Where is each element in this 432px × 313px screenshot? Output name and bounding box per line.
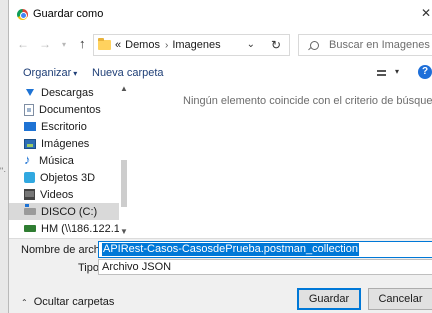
- cancel-button[interactable]: Cancelar: [368, 288, 432, 310]
- sidebar-item-videos[interactable]: Videos: [9, 186, 119, 203]
- save-form: Nombre de archivo: APIRest-Casos-Casosde…: [9, 238, 432, 313]
- breadcrumb-overflow[interactable]: «: [115, 39, 121, 51]
- view-caret-icon[interactable]: ▾: [395, 67, 399, 76]
- title-bar: Guardar como ✕: [9, 0, 432, 28]
- filename-field[interactable]: APIRest-Casos-CasosdePrueba.postman_coll…: [98, 241, 432, 258]
- sidebar-item-label: Descargas: [41, 86, 94, 99]
- sidebar-item-documents[interactable]: Documentos: [9, 101, 119, 118]
- chrome-icon: [17, 9, 28, 20]
- chevron-down-icon[interactable]: ⌄: [247, 39, 255, 50]
- breadcrumb-demos[interactable]: Demos: [125, 39, 160, 51]
- navigation-pane: Descargas Documentos Escritorio Imágenes…: [9, 84, 127, 237]
- sidebar-item-label: Escritorio: [41, 120, 87, 133]
- search-box[interactable]: Buscar en Imagenes: [298, 34, 432, 56]
- objects-3d-icon: [24, 172, 35, 183]
- scrollbar-thumb[interactable]: [121, 160, 127, 207]
- back-arrow-icon[interactable]: ←: [17, 37, 29, 51]
- sidebar-item-label: Música: [39, 154, 74, 167]
- sidebar-item-downloads[interactable]: Descargas: [9, 84, 119, 101]
- hide-folders-label: Ocultar carpetas: [33, 296, 115, 308]
- sidebar-item-network-drive[interactable]: HM (\\186.122.1·: [9, 220, 124, 237]
- window-title: Guardar como: [33, 8, 104, 20]
- breadcrumb-imagenes[interactable]: Imagenes: [172, 39, 220, 51]
- sidebar-item-label: Videos: [40, 188, 74, 201]
- folder-icon: [98, 38, 111, 50]
- save-as-dialog: Guardar como ✕ ← → ▾ ↑ « Demos › Imagene…: [8, 0, 432, 313]
- desktop-icon: [24, 122, 36, 131]
- organize-label: Organizar: [23, 67, 72, 79]
- refresh-icon[interactable]: ↻: [271, 38, 281, 52]
- chevron-up-icon: ⌃: [21, 297, 28, 307]
- sidebar-item-pictures[interactable]: Imágenes: [9, 135, 119, 152]
- filetype-value: Archivo JSON: [102, 261, 172, 273]
- scroll-down-icon[interactable]: ▼: [120, 227, 128, 236]
- new-folder-button[interactable]: Nueva carpeta: [92, 67, 164, 79]
- music-icon: [24, 152, 34, 167]
- sidebar-item-label: Imágenes: [41, 137, 90, 150]
- close-icon[interactable]: ✕: [421, 6, 431, 20]
- hide-folders-button[interactable]: ⌃ Ocultar carpetas: [21, 296, 114, 308]
- documents-icon: [24, 103, 34, 116]
- sidebar-item-3d-objects[interactable]: Objetos 3D: [9, 169, 119, 186]
- pictures-icon: [24, 138, 36, 149]
- caret-down-icon: ▾: [73, 69, 78, 78]
- search-placeholder: Buscar en Imagenes: [329, 39, 430, 51]
- download-icon: [26, 89, 34, 96]
- search-icon: [310, 40, 319, 50]
- filetype-select[interactable]: Archivo JSON: [98, 259, 432, 275]
- recent-locations-icon[interactable]: ▾: [62, 40, 66, 49]
- empty-results-message: Ningún elemento coincide con el criterio…: [183, 95, 432, 107]
- navigation-bar: ← → ▾ ↑ « Demos › Imagenes ⌄ ↻ Buscar en…: [9, 34, 432, 56]
- filename-value: APIRest-Casos-CasosdePrueba.postman_coll…: [102, 243, 359, 256]
- videos-icon: [24, 189, 35, 200]
- sidebar-item-disk-c[interactable]: DISCO (C:): [9, 203, 119, 220]
- organize-button[interactable]: Organizar ▾: [23, 67, 77, 79]
- forward-arrow-icon[interactable]: →: [39, 37, 51, 51]
- file-list-area[interactable]: Ningún elemento coincide con el criterio…: [129, 84, 432, 237]
- drive-icon: [24, 204, 36, 215]
- sidebar-item-label: DISCO (C:): [41, 205, 98, 218]
- save-button[interactable]: Guardar: [297, 288, 361, 310]
- help-icon[interactable]: ?: [418, 65, 432, 79]
- sidebar-item-music[interactable]: Música: [9, 152, 119, 169]
- network-drive-icon: [24, 225, 36, 232]
- sidebar-item-label: Documentos: [39, 103, 101, 116]
- command-toolbar: Organizar ▾ Nueva carpeta ▾ ?: [9, 62, 432, 84]
- background-edge-text: "·: [0, 166, 7, 176]
- view-options-icon[interactable]: [377, 70, 386, 76]
- chevron-right-icon: ›: [164, 39, 169, 51]
- sidebar-item-desktop[interactable]: Escritorio: [9, 118, 119, 135]
- sidebar-item-label: Objetos 3D: [40, 171, 96, 184]
- address-bar[interactable]: « Demos › Imagenes ⌄ ↻: [93, 34, 290, 56]
- up-arrow-icon[interactable]: ↑: [79, 36, 86, 51]
- sidebar-item-label: HM (\\186.122.1·: [41, 222, 124, 235]
- scroll-up-icon[interactable]: ▲: [120, 84, 128, 93]
